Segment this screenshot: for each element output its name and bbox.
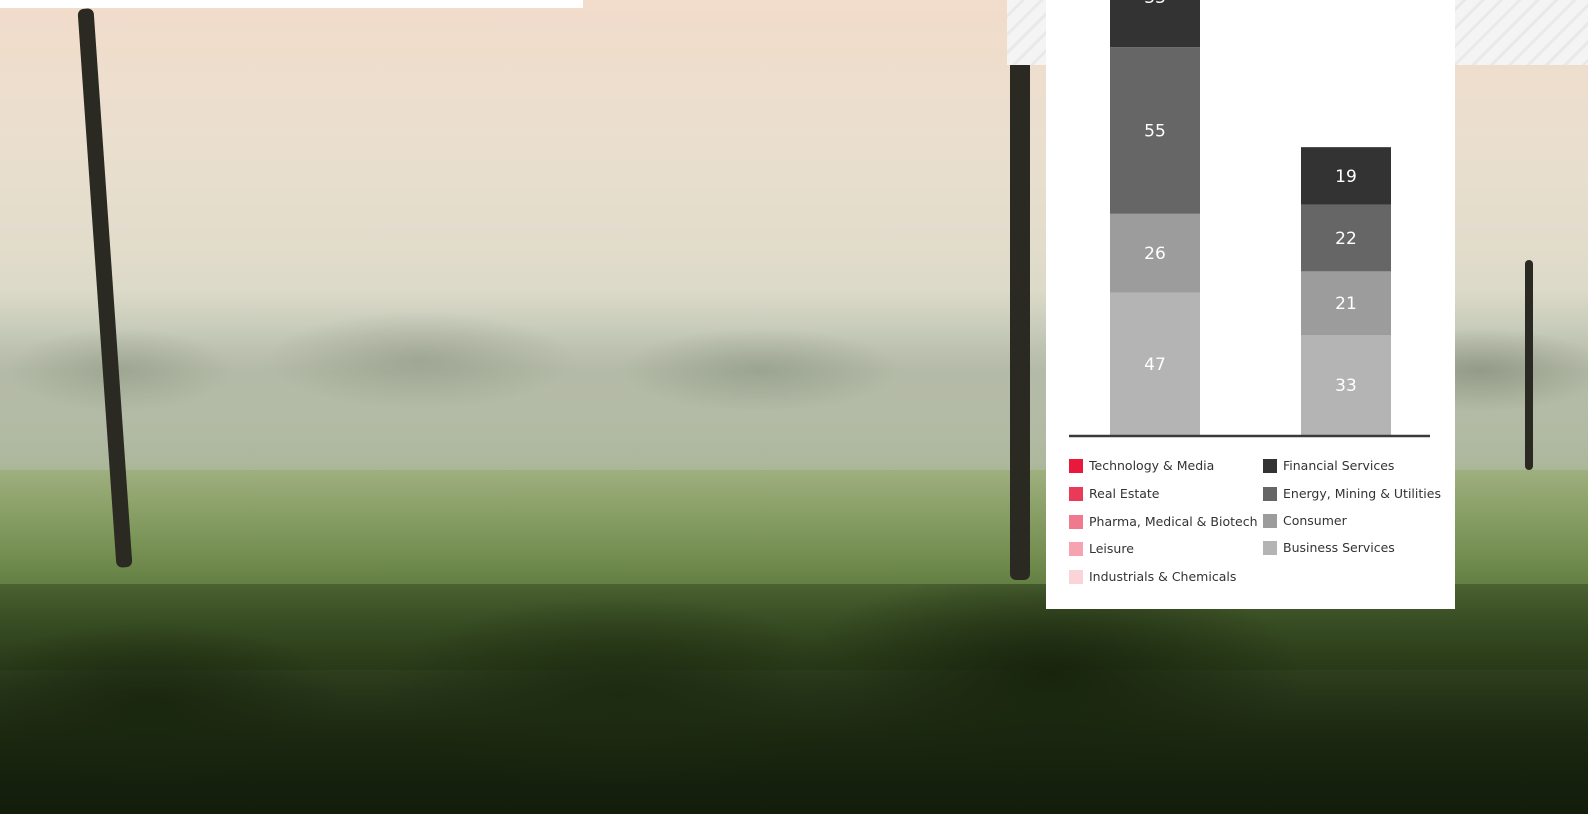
legend-swatch: [1263, 458, 1277, 473]
legend-swatch: [1263, 513, 1277, 528]
legend-label: Financial Services: [1283, 458, 1395, 473]
legend-item-real-estate: Real Estate: [1069, 486, 1159, 501]
legend-swatch: [1069, 486, 1083, 501]
legend-label: Leisure: [1089, 541, 1134, 556]
legend-swatch: [1263, 486, 1277, 501]
legend-item-leisure: Leisure: [1069, 541, 1134, 556]
tree-trunk: [1525, 260, 1533, 470]
legend-label: Pharma, Medical & Biotech: [1089, 514, 1258, 529]
top-left-panel-edge: [0, 0, 583, 8]
legend-item-financial-services: Financial Services: [1263, 458, 1394, 473]
legend-item-technology-media: Technology & Media: [1069, 458, 1214, 473]
bar-value-label: 33: [1144, 0, 1166, 8]
bar-value-label: 47: [1144, 355, 1166, 375]
legend-label: Industrials & Chemicals: [1089, 569, 1237, 584]
bar-value-label: 19: [1335, 167, 1357, 187]
bar-value-label: 33: [1335, 376, 1357, 396]
legend-label: Business Services: [1283, 540, 1395, 555]
legend-swatch: [1069, 569, 1083, 584]
foreground-grass: [0, 584, 1588, 814]
legend-label: Consumer: [1283, 513, 1347, 528]
legend-swatch: [1069, 541, 1083, 556]
bar-value-label: 22: [1335, 229, 1357, 249]
legend-item-consumer: Consumer: [1263, 513, 1347, 528]
legend-item-pharma-medical-biotech: Pharma, Medical & Biotech: [1069, 514, 1258, 529]
legend-item-business-services: Business Services: [1263, 540, 1395, 555]
legend-label: Technology & Media: [1089, 458, 1215, 473]
legend-swatch: [1069, 514, 1083, 529]
bar-value-label: 26: [1144, 244, 1166, 264]
legend-label: Real Estate: [1089, 486, 1160, 501]
bar-value-label: 55: [1144, 121, 1166, 141]
chart-legend: Technology & Media Real Estate Pharma, Med…: [1069, 458, 1449, 598]
legend-item-industrials-chemicals: Industrials & Chemicals: [1069, 569, 1236, 584]
legend-swatch: [1263, 540, 1277, 555]
legend-swatch: [1069, 458, 1083, 473]
legend-item-energy-mining-utilities: Energy, Mining & Utilities: [1263, 486, 1441, 501]
tree-trunk: [1010, 60, 1030, 580]
bar-value-label: 21: [1335, 294, 1357, 314]
legend-label: Energy, Mining & Utilities: [1283, 486, 1441, 501]
